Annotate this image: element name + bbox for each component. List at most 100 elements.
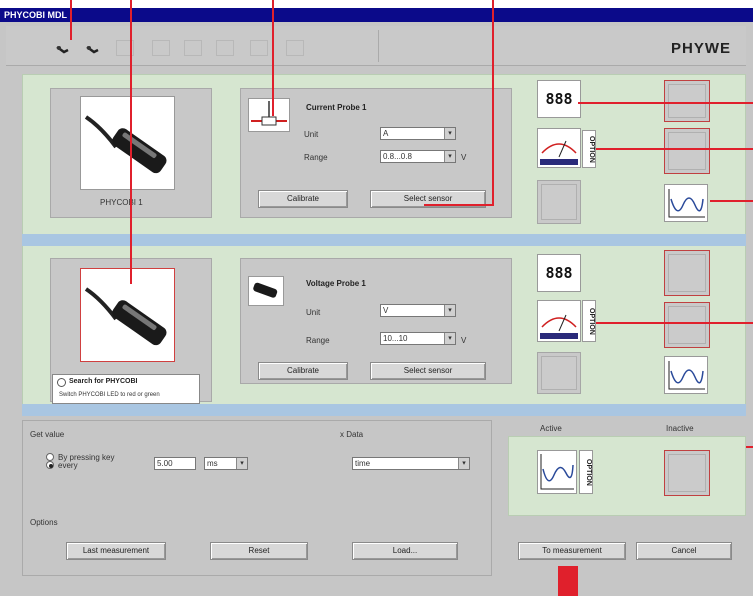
unit-value-1: A — [383, 129, 389, 138]
to-measurement-button[interactable]: To measurement — [518, 542, 626, 560]
range-label-1: Range — [304, 153, 328, 162]
option-tab-1[interactable]: OPTION — [582, 130, 596, 168]
tooltip-text: Switch PHYCOBI LED to red or green — [59, 392, 160, 398]
toolbar-button-2[interactable] — [152, 40, 170, 56]
analog-meter-1[interactable] — [537, 128, 581, 168]
calibrate-button-1[interactable]: Calibrate — [258, 190, 348, 208]
reset-button[interactable]: Reset — [210, 542, 308, 560]
device-image-2 — [80, 268, 175, 362]
inactive-slot-inner — [668, 454, 706, 492]
annotation-line — [70, 0, 72, 40]
range-select-2[interactable]: 10...10 ▾ — [380, 332, 456, 345]
annotation-marker — [558, 566, 578, 596]
connect-icon[interactable] — [56, 44, 70, 59]
toolbar-button-5[interactable] — [250, 40, 268, 56]
brand-logo: PHYWE — [670, 40, 731, 57]
radio-every[interactable] — [46, 461, 54, 469]
option-tab-2[interactable]: OPTION — [582, 300, 596, 342]
disconnect-icon[interactable] — [86, 44, 100, 59]
inactive-slot-2[interactable] — [664, 128, 710, 174]
select-sensor-button-2[interactable]: Select sensor — [370, 362, 486, 380]
annotation-line — [596, 322, 753, 324]
inactive-slot-inner — [668, 254, 706, 292]
unit-label-2: Unit — [306, 308, 321, 317]
radio-dot — [49, 464, 53, 468]
chevron-down-icon: ▾ — [444, 128, 455, 139]
x-data-label: x Data — [340, 430, 364, 439]
options-title: Options — [30, 518, 58, 527]
probe-name-1: Current Probe 1 — [306, 103, 367, 112]
interval-unit-value: ms — [207, 459, 218, 468]
inactive-slot-5[interactable] — [664, 450, 710, 496]
toolbar-button-3[interactable] — [184, 40, 202, 56]
digital-display-2[interactable]: 888 — [537, 254, 581, 292]
unit-value-2: V — [383, 306, 389, 315]
interval-unit-select[interactable]: ms ▾ — [204, 457, 248, 470]
probe-name-2: Voltage Probe 1 — [306, 279, 366, 288]
unit-select-1[interactable]: A ▾ — [380, 127, 456, 140]
inactive-label: Inactive — [666, 424, 694, 433]
chevron-down-icon: ▾ — [236, 458, 247, 469]
annotation-line — [492, 0, 494, 206]
digital-display-value-1: 888 — [545, 90, 573, 108]
calibrate-button-2[interactable]: Calibrate — [258, 362, 348, 380]
range-unit-1: V — [461, 153, 467, 162]
interval-value: 5.00 — [157, 459, 173, 468]
chevron-down-icon: ▾ — [458, 458, 469, 469]
get-value-title: Get value — [30, 430, 65, 439]
tooltip: Search for PHYCOBI Switch PHYCOBI LED to… — [52, 374, 200, 404]
annotation-line — [130, 0, 132, 284]
cancel-button[interactable]: Cancel — [636, 542, 732, 560]
tooltip-title: Search for PHYCOBI — [69, 378, 138, 385]
chevron-down-icon: ▾ — [444, 151, 455, 162]
unit-select-2[interactable]: V ▾ — [380, 304, 456, 317]
voltage-probe-icon — [248, 276, 284, 306]
load-button[interactable]: Load... — [352, 542, 458, 560]
graph-display-1[interactable] — [664, 184, 708, 222]
option-tab-3[interactable]: OPTION — [579, 450, 593, 494]
title-bar: PHYCOBI MDL — [0, 8, 753, 22]
range-unit-2: V — [461, 336, 467, 345]
display-slot-inner — [541, 356, 577, 390]
range-value-2: 10...10 — [383, 334, 408, 343]
graph-display-active[interactable] — [537, 450, 577, 494]
device-label-1: PHYCOBI 1 — [100, 198, 143, 207]
radio-every-label: every — [58, 461, 78, 470]
toolbar-divider — [378, 30, 379, 62]
separator-bar-bottom — [22, 404, 746, 416]
range-label-2: Range — [306, 336, 330, 345]
inactive-slot-4[interactable] — [664, 302, 710, 348]
unit-label-1: Unit — [304, 130, 319, 139]
inactive-slot-inner — [668, 84, 706, 118]
analog-meter-2[interactable] — [537, 300, 581, 342]
display-slot-inner — [541, 184, 577, 220]
last-measurement-button[interactable]: Last measurement — [66, 542, 166, 560]
interval-input[interactable]: 5.00 — [154, 457, 196, 470]
graph-display-2[interactable] — [664, 356, 708, 394]
device-image-1 — [80, 96, 175, 190]
window-title: PHYCOBI MDL — [4, 10, 67, 20]
annotation-line — [596, 148, 753, 150]
current-probe-icon — [248, 98, 290, 132]
range-value-1: 0.8...0.8 — [383, 152, 412, 161]
chevron-down-icon: ▾ — [444, 333, 455, 344]
search-icon — [57, 378, 66, 387]
inactive-slot-inner — [668, 132, 706, 170]
annotation-line — [272, 0, 274, 116]
display-slot-1[interactable] — [537, 180, 581, 224]
display-slot-2[interactable] — [537, 352, 581, 394]
inactive-slot-inner — [668, 306, 706, 344]
digital-display-value-2: 888 — [545, 264, 573, 282]
digital-display-1[interactable]: 888 — [537, 80, 581, 118]
annotation-line — [710, 200, 753, 202]
annotation-line — [424, 204, 494, 206]
active-label: Active — [540, 424, 562, 433]
range-select-1[interactable]: 0.8...0.8 ▾ — [380, 150, 456, 163]
toolbar-button-6[interactable] — [286, 40, 304, 56]
x-data-value: time — [355, 459, 371, 468]
toolbar-button-4[interactable] — [216, 40, 234, 56]
inactive-slot-3[interactable] — [664, 250, 710, 296]
inactive-slot-1[interactable] — [664, 80, 710, 122]
annotation-line — [578, 102, 753, 104]
x-data-select[interactable]: time ▾ — [352, 457, 470, 470]
